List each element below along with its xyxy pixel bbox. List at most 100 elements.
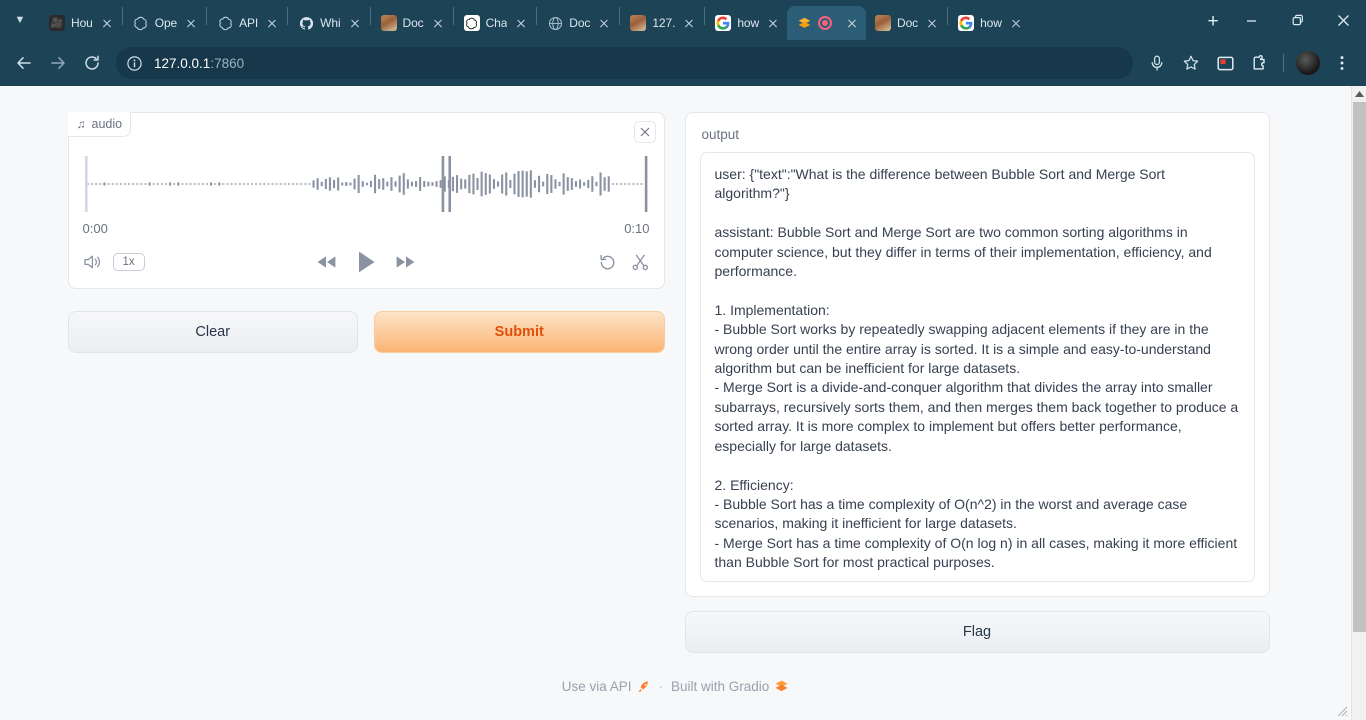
clear-audio-button[interactable] [633, 121, 656, 143]
scrollbar-thumb[interactable] [1352, 102, 1366, 632]
tab-close-button[interactable] [183, 15, 199, 31]
waveform-container[interactable] [69, 143, 664, 215]
reload-button[interactable] [76, 47, 108, 79]
toolbar-divider [1283, 54, 1284, 72]
audio-label: ♫ audio [67, 112, 132, 137]
playback-speed-button[interactable]: 1x [112, 253, 145, 271]
tab-list: 🎥 Hou Ope API Whi Doc Cha Doc 127. how Doc how [40, 0, 1194, 40]
browser-toolbar: 127.0.0.1:7860 [0, 40, 1366, 86]
info-circle-icon [126, 55, 142, 71]
skip-back-button[interactable] [315, 254, 338, 270]
tab-title: 127. [652, 16, 676, 30]
close-window-button[interactable] [1320, 0, 1366, 40]
audio-label-text: audio [91, 117, 123, 131]
tab-title: Cha [485, 16, 508, 30]
scroll-up-button[interactable] [1351, 86, 1366, 102]
tab-close-button[interactable] [347, 15, 363, 31]
side-panel-button[interactable] [1209, 47, 1241, 79]
flag-button[interactable]: Flag [684, 611, 1270, 653]
reload-icon [85, 55, 99, 70]
browser-tab[interactable]: 127. [621, 6, 703, 40]
browser-tab[interactable]: Ope [124, 6, 205, 40]
browser-tab[interactable]: API [208, 6, 286, 40]
tab-title: Doc [569, 16, 591, 30]
play-button[interactable] [356, 250, 376, 274]
microphone-button[interactable] [1141, 47, 1173, 79]
undo-icon [599, 254, 614, 269]
tab-close-button[interactable] [430, 15, 446, 31]
right-column: output user: {"text":"What is the differ… [684, 112, 1348, 717]
tab-close-button[interactable] [681, 15, 697, 31]
tab-close-button[interactable] [1008, 15, 1024, 31]
tab-close-button[interactable] [99, 15, 115, 31]
built-with-gradio-label: Built with Gradio [670, 679, 770, 694]
skip-forward-button[interactable] [394, 254, 417, 270]
browser-tab[interactable]: Doc [372, 6, 452, 40]
tab-separator [452, 7, 454, 25]
browser-tab-active[interactable] [787, 6, 867, 40]
audio-controls-left: 1x [83, 253, 316, 271]
tab-close-button[interactable] [596, 15, 612, 31]
maximize-button[interactable] [1274, 0, 1320, 40]
action-buttons: Clear Submit [67, 311, 665, 353]
minimize-button[interactable] [1228, 0, 1274, 40]
browser-tab[interactable]: Cha [455, 6, 536, 40]
built-with-gradio-link[interactable]: Built with Gradio [671, 679, 789, 694]
reset-button[interactable] [598, 253, 617, 272]
gradio-app: ♫ audio 0:00 0:10 1x Clear Submit output… [0, 86, 1351, 720]
forward-button[interactable] [42, 47, 74, 79]
music-note-icon: ♫ [76, 117, 86, 131]
site-info-button[interactable] [122, 51, 146, 75]
browser-menu-button[interactable] [1326, 47, 1358, 79]
tab-separator [287, 7, 289, 25]
tab-title: how [737, 16, 760, 30]
clear-button[interactable]: Clear [67, 311, 358, 353]
address-bar[interactable]: 127.0.0.1:7860 [116, 47, 1133, 79]
url-port: :7860 [210, 55, 245, 71]
bookmark-button[interactable] [1175, 47, 1207, 79]
tab-title: Doc [897, 16, 919, 30]
person-avatar-icon [630, 15, 647, 31]
person-avatar-icon [380, 15, 397, 31]
back-button[interactable] [8, 47, 40, 79]
url-text: 127.0.0.1:7860 [154, 56, 244, 71]
browser-tab[interactable]: how [949, 6, 1030, 40]
trim-button[interactable] [631, 253, 650, 272]
browser-tab[interactable]: how [706, 6, 787, 40]
volume-icon [83, 255, 100, 269]
extensions-button[interactable] [1243, 47, 1275, 79]
tab-search-button[interactable]: ▼ [0, 0, 40, 40]
browser-tab[interactable]: 🎥 Hou [40, 6, 121, 40]
audio-controls-right [417, 253, 650, 272]
resize-grip-icon[interactable] [1337, 706, 1348, 717]
new-tab-button[interactable]: + [1198, 7, 1228, 37]
skip-forward-icon [396, 256, 415, 268]
use-via-api-link[interactable]: Use via API [562, 679, 651, 694]
volume-button[interactable] [83, 253, 103, 271]
scrollbar-track[interactable] [1352, 102, 1366, 720]
tab-close-button[interactable] [264, 15, 280, 31]
url-host: 127.0.0.1 [154, 55, 211, 71]
tab-title: Ope [154, 16, 178, 30]
openai-icon [133, 15, 149, 31]
gradio-logo-icon [796, 15, 812, 31]
star-icon [1183, 55, 1199, 70]
microphone-icon [1151, 55, 1163, 71]
page-scrollbar[interactable] [1351, 86, 1366, 720]
tab-close-button[interactable] [924, 15, 940, 31]
audio-waveform[interactable] [83, 153, 650, 215]
output-textarea[interactable]: user: {"text":"What is the difference be… [699, 152, 1255, 582]
minimize-icon [1246, 19, 1256, 22]
browser-tab[interactable]: Doc [538, 6, 618, 40]
tab-separator [206, 7, 208, 25]
audio-input-component: ♫ audio 0:00 0:10 1x [67, 112, 665, 289]
profile-button[interactable] [1292, 47, 1324, 79]
browser-tab[interactable]: Doc [866, 6, 946, 40]
app-footer: Use via API · Built with Gradio [68, 679, 1284, 694]
openai-icon [217, 15, 233, 31]
tab-close-button[interactable] [844, 15, 860, 31]
browser-tab[interactable]: Whi [289, 6, 368, 40]
tab-close-button[interactable] [513, 15, 529, 31]
tab-close-button[interactable] [765, 15, 781, 31]
submit-button[interactable]: Submit [374, 311, 665, 353]
